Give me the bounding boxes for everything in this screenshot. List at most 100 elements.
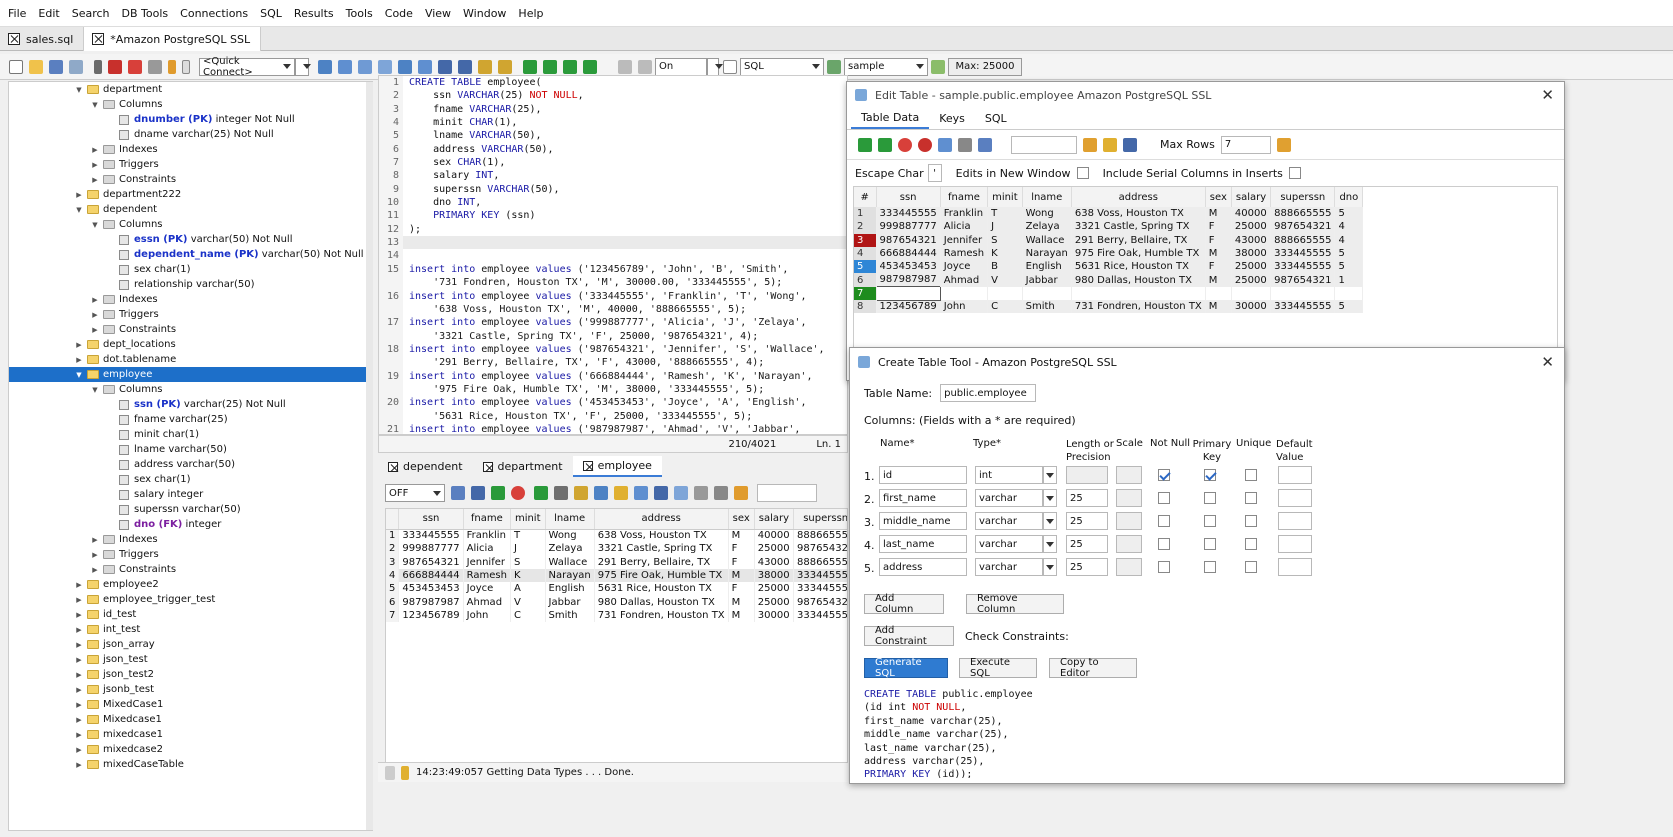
column-header[interactable]: lname xyxy=(545,509,595,530)
column-type-select[interactable]: int xyxy=(975,466,1043,484)
tree-table[interactable]: ▶ mixedcase2 xyxy=(9,742,372,757)
table-cell[interactable]: K xyxy=(987,246,1023,261)
code-line[interactable]: 2 ssn VARCHAR(25) NOT NULL, xyxy=(379,89,847,103)
tree-table[interactable]: ▶ employee_trigger_test xyxy=(9,592,372,607)
code-line[interactable]: 8 salary INT, xyxy=(379,169,847,183)
code-line[interactable]: 11 PRIMARY KEY (ssn) xyxy=(379,209,847,223)
expand-right-icon[interactable]: ▶ xyxy=(75,716,83,724)
tree-folder[interactable]: ▶ Triggers xyxy=(9,157,372,172)
table-cell[interactable]: English xyxy=(1022,260,1072,274)
table-cell[interactable] xyxy=(1270,286,1336,301)
table-cell[interactable] xyxy=(1205,286,1232,301)
tree-table[interactable]: ▶ Mixedcase1 xyxy=(9,712,372,727)
table-cell[interactable]: 987654321 xyxy=(1270,273,1336,287)
menu-file[interactable]: File xyxy=(2,7,32,20)
database-select[interactable]: sample xyxy=(844,57,928,76)
expand-right-icon[interactable]: ▶ xyxy=(75,341,83,349)
unique-checkbox[interactable] xyxy=(1245,492,1257,504)
type-dropdown[interactable] xyxy=(1043,535,1057,553)
table-cell[interactable]: 987987987 xyxy=(876,273,941,287)
tree-column[interactable]: sex char(1) xyxy=(9,472,372,487)
edit-filter-input[interactable] xyxy=(1011,135,1077,154)
table-cell[interactable]: 25000 xyxy=(1231,260,1272,274)
columns-icon[interactable] xyxy=(1123,137,1137,152)
connect-icon[interactable] xyxy=(94,59,102,74)
max-rows-input[interactable]: 7 xyxy=(1220,135,1271,154)
table-cell[interactable]: 25000 xyxy=(1231,220,1272,234)
table-row[interactable]: 8 123456789 John C Smith 731 Fondren, Houston… xyxy=(854,300,1364,314)
code-line[interactable]: 15 insert into employee values ('12345678… xyxy=(379,262,847,277)
tree-folder[interactable]: ▶ Indexes xyxy=(9,532,372,547)
include-serial-checkbox[interactable] xyxy=(1288,167,1301,179)
expand-right-icon[interactable]: ▶ xyxy=(91,146,99,154)
table-cell[interactable]: 638 Voss, Houston TX xyxy=(1071,207,1206,221)
table-cell[interactable]: T xyxy=(510,529,546,543)
tree-folder[interactable]: ▶ Indexes xyxy=(9,142,372,157)
tree-table[interactable]: ▶ json_test2 xyxy=(9,667,372,682)
table-cell[interactable]: M xyxy=(728,608,755,623)
table-cell[interactable]: 987654321 xyxy=(1270,220,1336,234)
result-select[interactable]: OFF xyxy=(385,484,445,502)
table-cell[interactable]: V xyxy=(987,273,1023,287)
text-icon[interactable] xyxy=(714,486,728,500)
tree-column[interactable]: superssn varchar(50) xyxy=(9,502,372,517)
default-value-input[interactable] xyxy=(1278,489,1312,507)
table-cell[interactable]: 333445555 xyxy=(1270,260,1336,274)
table-row[interactable]: 5 453453453 Joyce B English 5631 Rice, Housto… xyxy=(854,260,1364,274)
table-cell[interactable]: 4 xyxy=(1334,233,1364,247)
type-dropdown[interactable] xyxy=(1043,466,1057,484)
code-line[interactable]: 3 fname VARCHAR(25), xyxy=(379,102,847,117)
expand-right-icon[interactable]: ▶ xyxy=(91,326,99,334)
tree-column[interactable]: address varchar(50) xyxy=(9,457,372,472)
table-cell[interactable]: 987987987 xyxy=(398,595,464,609)
code-line[interactable]: 12); xyxy=(379,222,847,237)
table-cell[interactable]: 30000 xyxy=(754,608,795,623)
column-type-select[interactable]: varchar xyxy=(975,512,1043,530)
add-row-icon[interactable] xyxy=(491,486,505,500)
expand-right-icon[interactable]: ▶ xyxy=(75,701,83,709)
table-cell[interactable]: M xyxy=(1205,246,1232,261)
tree-table[interactable]: ▼ department xyxy=(9,82,372,97)
copy-icon[interactable] xyxy=(634,486,648,500)
primary-key-checkbox[interactable] xyxy=(1204,469,1216,481)
column-header[interactable]: superssn xyxy=(793,509,847,530)
file-tab-sales[interactable]: sales.sql xyxy=(0,27,85,51)
expand-right-icon[interactable]: ▶ xyxy=(75,686,83,694)
new-file-icon[interactable] xyxy=(9,59,23,74)
edits-new-window-checkbox[interactable] xyxy=(1076,167,1089,179)
db-icon[interactable] xyxy=(148,59,162,74)
length-input[interactable]: 25 xyxy=(1066,512,1108,530)
tree-table[interactable]: ▼ employee xyxy=(9,367,372,382)
table-cell[interactable]: Jennifer xyxy=(463,555,511,569)
add-constraint-button[interactable]: Add Constraint xyxy=(864,625,954,647)
unique-checkbox[interactable] xyxy=(1245,561,1257,573)
table-cell[interactable]: 123456789 xyxy=(398,608,464,623)
table-row[interactable]: 1 333445555 Franklin T Wong 638 Voss, Houston… xyxy=(386,529,847,543)
column-header[interactable]: minit xyxy=(510,509,546,530)
scale-input[interactable] xyxy=(1116,558,1142,576)
code-line[interactable]: '5631 Rice, Houston TX', 'F', 25000, '33… xyxy=(379,409,847,423)
not-null-checkbox[interactable] xyxy=(1158,538,1170,550)
scale-input[interactable] xyxy=(1116,512,1142,530)
table-cell[interactable]: 333445555 xyxy=(793,582,847,596)
table-cell[interactable]: Franklin xyxy=(940,207,989,221)
autocommit-dropdown[interactable] xyxy=(707,57,723,76)
table-cell[interactable]: 666884444 xyxy=(876,246,941,261)
result-filter-input[interactable] xyxy=(757,484,817,502)
table-cell[interactable]: J xyxy=(987,220,1023,234)
table-cell[interactable]: Alicia xyxy=(463,542,511,556)
code-line[interactable]: 7 sex CHAR(1), xyxy=(379,156,847,170)
uncomment-icon[interactable] xyxy=(498,59,512,74)
execute-sql-button[interactable]: Execute SQL xyxy=(959,657,1037,679)
mode-select[interactable]: SQL xyxy=(740,57,824,76)
table-cell[interactable]: Wong xyxy=(545,529,595,543)
expand-right-icon[interactable]: ▶ xyxy=(91,176,99,184)
column-name-input[interactable]: middle_name xyxy=(879,512,967,530)
column-header[interactable]: superssn xyxy=(1270,187,1336,207)
delete-row-icon[interactable] xyxy=(898,137,912,152)
primary-key-checkbox[interactable] xyxy=(1204,492,1216,504)
table-cell[interactable]: 731 Fondren, Houston TX xyxy=(594,608,729,623)
close-icon[interactable] xyxy=(482,461,493,472)
grid-icon[interactable] xyxy=(674,486,688,500)
quick-connect-select[interactable]: <Quick Connect> xyxy=(199,56,295,78)
